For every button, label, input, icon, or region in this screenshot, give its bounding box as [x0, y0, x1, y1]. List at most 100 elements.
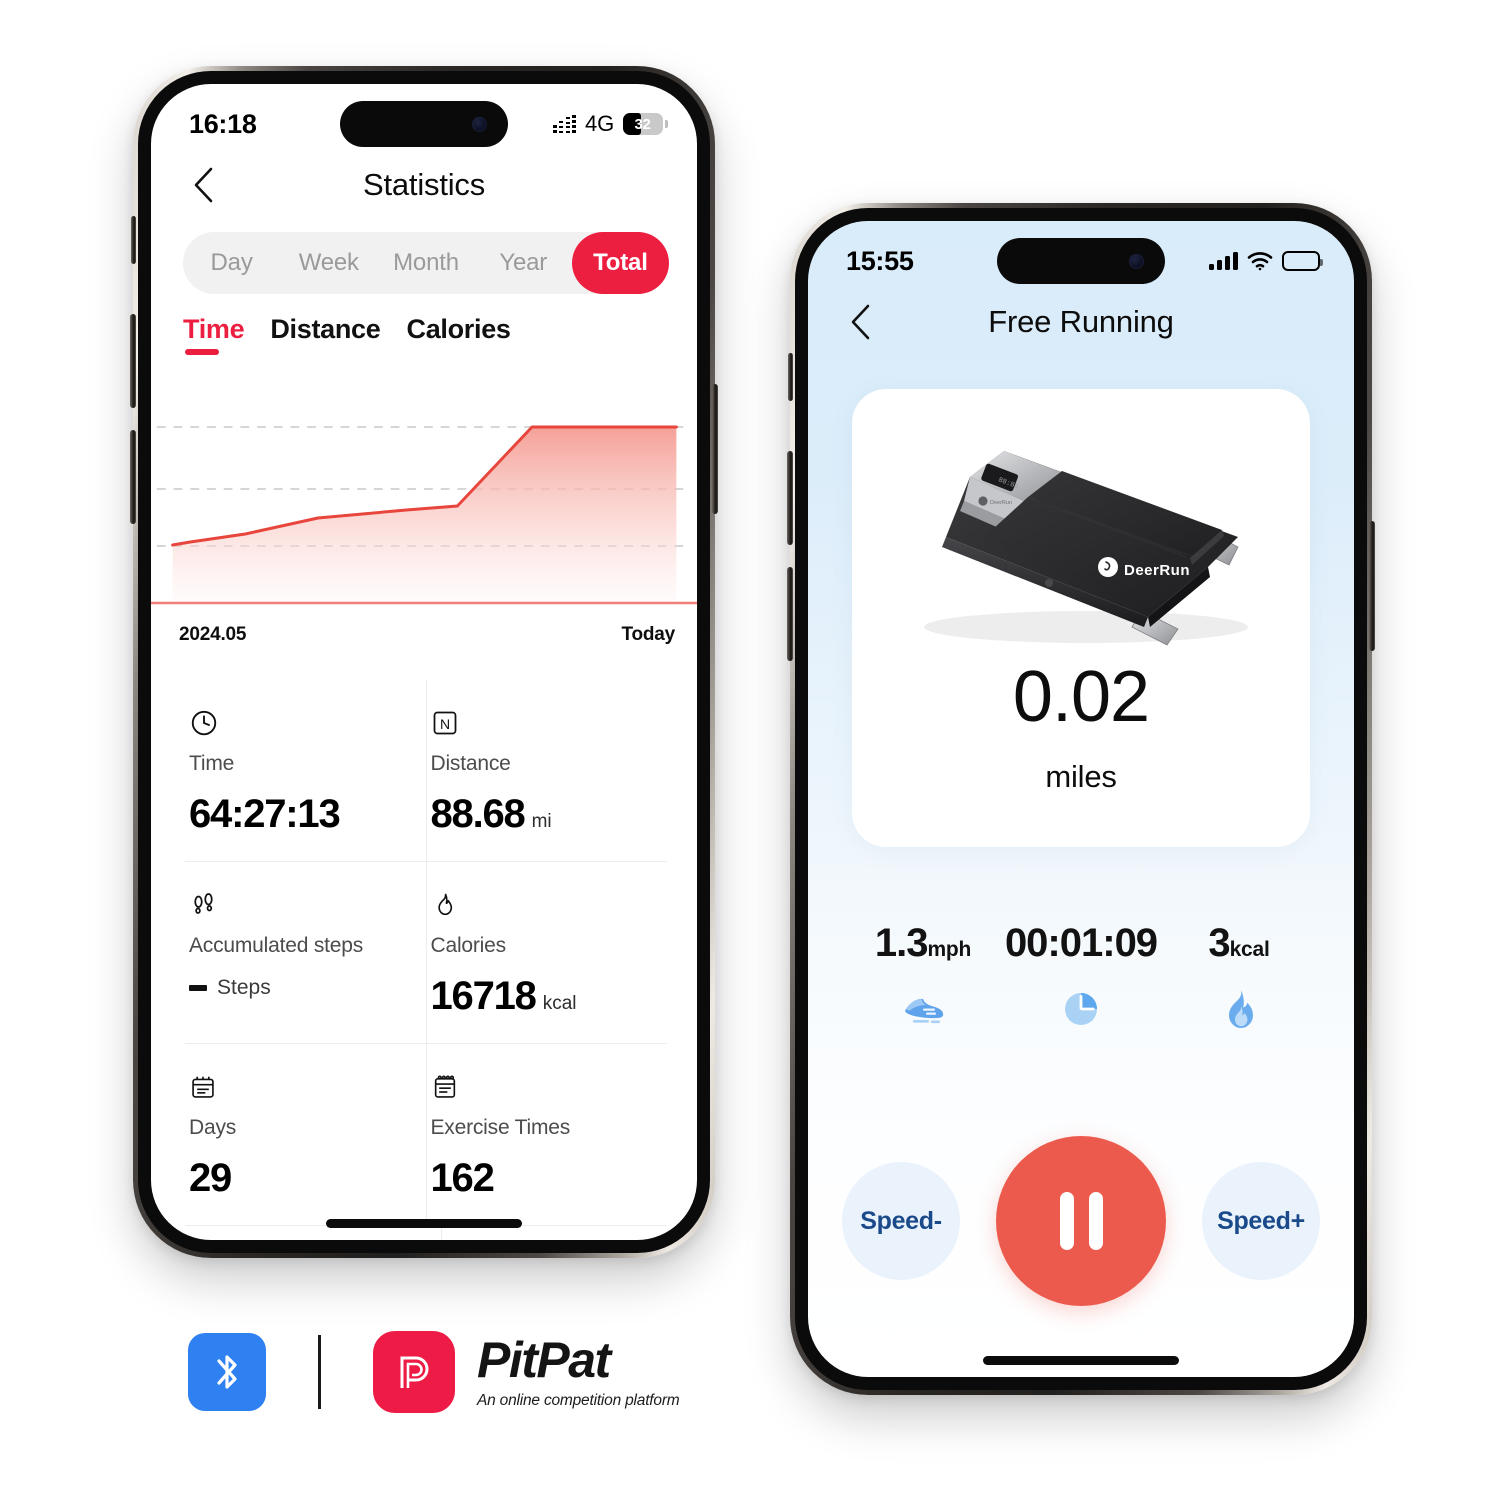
pause-button[interactable] [996, 1136, 1166, 1306]
chart-axis-labels: 2024.05 Today [179, 624, 675, 646]
pitpat-wordmark: PitPat An online competition platform [477, 1335, 680, 1410]
deerrun-walking-pad-image: 88:88 DeerRun DeerRun [852, 389, 1310, 657]
chart-x-end-label: Today [621, 624, 675, 645]
segment-month[interactable]: Month [377, 232, 474, 294]
segment-week[interactable]: Week [280, 232, 377, 294]
svg-text:DeerRun: DeerRun [990, 500, 1012, 506]
stat-cell-exercise-times[interactable]: Exercise Times 162 [425, 1044, 668, 1225]
volume-up-button[interactable] [130, 314, 136, 408]
back-chevron-icon[interactable] [830, 292, 890, 352]
power-button[interactable] [712, 384, 718, 514]
stat-unit: Steps [217, 976, 271, 999]
back-chevron-icon[interactable] [173, 155, 233, 215]
stat-cell-steps[interactable]: Accumulated steps Steps [185, 862, 426, 1043]
dynamic-island [340, 101, 508, 147]
silent-switch[interactable] [788, 353, 793, 401]
right-nav-bar: Free Running [808, 285, 1354, 359]
stat-label: Accumulated steps [189, 934, 364, 957]
stat-label: Time [189, 752, 235, 775]
stat-value: 162 [430, 1156, 495, 1200]
distance-box-n-icon: N [431, 706, 664, 740]
chart-x-start-label: 2024.05 [179, 624, 247, 645]
clock-icon [189, 706, 422, 740]
svg-text:DeerRun: DeerRun [1124, 562, 1190, 579]
pause-icon-bar-right [1088, 1192, 1103, 1250]
left-phone-bezel: 16:18 4G 32 Statistics Day Week Month Ye… [138, 71, 710, 1253]
running-summary-card: 88:88 DeerRun DeerRun 0.02 miles [852, 389, 1310, 847]
right-phone-device: 15:55 Free Running 88:88 DeerRun DeerRun… [787, 203, 1375, 1395]
notepad-icon [431, 1070, 664, 1104]
stat-value: 88.68 [430, 792, 526, 836]
statistics-grid: Time 64:27:13 N Distance 88.68 mi Accumu… [185, 680, 667, 1240]
home-indicator[interactable] [983, 1356, 1179, 1365]
segment-year[interactable]: Year [475, 232, 572, 294]
metric-value: 3 [1208, 921, 1230, 965]
metric-value: 1.3 [874, 921, 929, 965]
flame-icon [1219, 982, 1259, 1036]
network-label: 4G [585, 111, 614, 136]
stat-unit: kcal [542, 993, 577, 1014]
stat-cell-time[interactable]: Time 64:27:13 [185, 680, 426, 861]
metric-value-wrap: 3 kcal [1208, 921, 1270, 966]
right-phone-screen: 15:55 Free Running 88:88 DeerRun DeerRun… [808, 221, 1354, 1377]
status-time: 16:18 [189, 108, 257, 139]
pause-icon-bar-left [1059, 1192, 1074, 1250]
tab-distance[interactable]: Distance [270, 314, 380, 355]
power-button[interactable] [1369, 521, 1375, 651]
metric-unit: mph [927, 938, 972, 961]
status-indicators: 4G 32 [552, 111, 668, 137]
stat-unit: mi [531, 811, 552, 832]
treadmill-illustration: 88:88 DeerRun DeerRun [924, 451, 1248, 646]
calendar-icon [189, 1070, 422, 1104]
tab-calories[interactable]: Calories [407, 314, 511, 355]
segment-total[interactable]: Total [571, 232, 670, 294]
distance-unit: miles [1045, 759, 1117, 794]
metric-unit: kcal [1229, 938, 1270, 961]
stat-cell-calories[interactable]: Calories 16718 kcal [425, 862, 668, 1043]
volume-down-button[interactable] [787, 567, 793, 661]
tab-time[interactable]: Time [183, 314, 245, 355]
brand-name: PitPat [477, 1331, 611, 1388]
stat-value-wrap: 16718 kcal [431, 974, 664, 1019]
segment-day[interactable]: Day [183, 232, 280, 294]
signal-bars-icon [1209, 252, 1238, 270]
metric-value-wrap: 00:01:09 [1005, 921, 1158, 966]
stat-cell-days[interactable]: Days 29 [185, 1044, 426, 1225]
running-shoe-icon [897, 982, 949, 1036]
silent-switch[interactable] [131, 216, 136, 264]
svg-text:N: N [439, 716, 449, 732]
left-nav-bar: Statistics [151, 148, 697, 222]
stat-value-wrap: 162 [431, 1156, 664, 1201]
vertical-divider [318, 1335, 321, 1409]
speed-down-button[interactable]: Speed- [842, 1162, 960, 1280]
stat-value-wrap: 88.68 mi [431, 792, 664, 837]
brand-tagline: An online competition platform [477, 1391, 680, 1409]
volume-down-button[interactable] [130, 430, 136, 524]
left-phone-device: 16:18 4G 32 Statistics Day Week Month Ye… [130, 66, 718, 1258]
speed-up-button[interactable]: Speed+ [1202, 1162, 1320, 1280]
volume-up-button[interactable] [787, 451, 793, 545]
stats-row: Days 29 Exercise Times 162 [185, 1043, 667, 1225]
stat-label: Exercise Times [430, 1116, 571, 1139]
metric-value-wrap: 1.3 mph [874, 921, 972, 966]
battery-icon: 32 [623, 113, 668, 135]
home-indicator[interactable] [326, 1219, 522, 1228]
metric-tab-bar: Time Distance Calories [183, 314, 669, 370]
metric-speed: 1.3 mph [844, 921, 1002, 1071]
chart-area-fill [172, 427, 677, 602]
stat-value-wrap: Steps [189, 976, 422, 1000]
left-phone-screen: 16:18 4G 32 Statistics Day Week Month Ye… [151, 84, 697, 1240]
period-segment-control: Day Week Month Year Total [183, 232, 670, 294]
front-camera-icon [472, 116, 487, 132]
footer-branding: PitPat An online competition platform [188, 1326, 688, 1418]
metric-calories: 3 kcal [1160, 921, 1318, 1071]
stat-value-wrap: 64:27:13 [189, 792, 422, 837]
front-camera-icon [1129, 253, 1144, 269]
signal-dots-icon [552, 115, 577, 133]
live-metrics-row: 1.3 mph 00:01:09 3 kcal [844, 921, 1318, 1071]
stat-cell-average-pace[interactable]: Average pace [185, 1226, 441, 1240]
footsteps-icon [189, 888, 422, 922]
stat-cell-distance[interactable]: N Distance 88.68 mi [425, 680, 668, 861]
metric-duration: 00:01:09 [1002, 921, 1160, 1071]
stats-row: Time 64:27:13 N Distance 88.68 mi [185, 680, 667, 861]
